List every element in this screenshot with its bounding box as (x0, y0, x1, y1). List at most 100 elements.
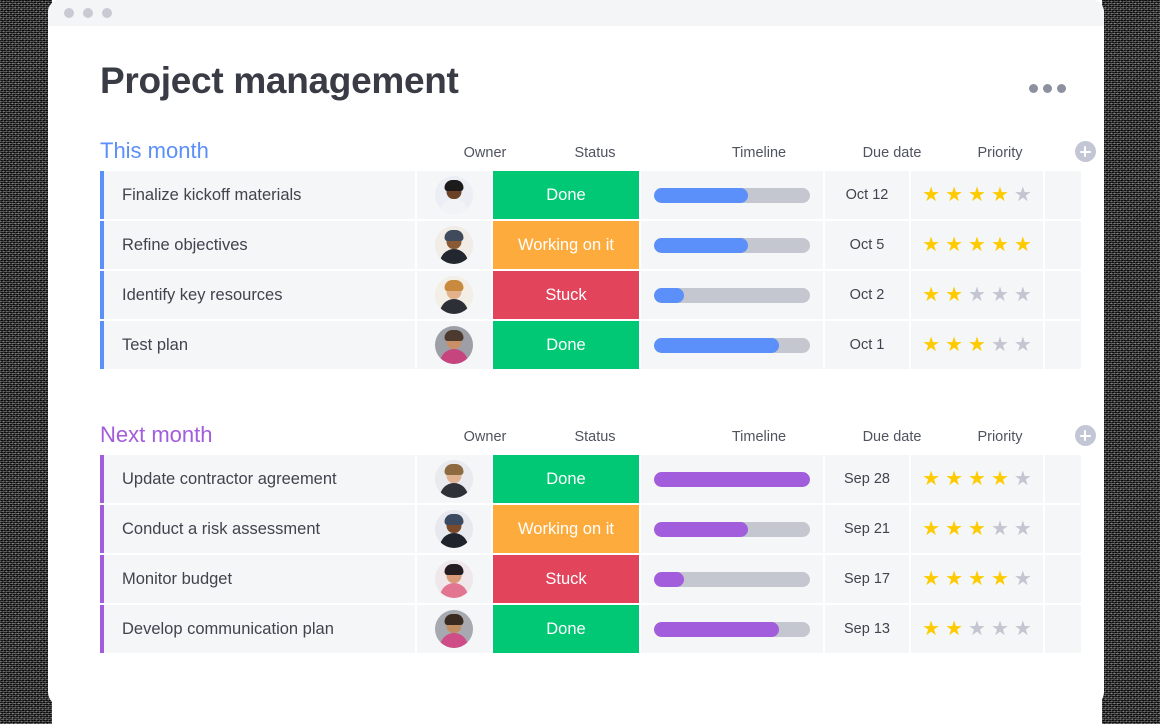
timeline-cell[interactable] (641, 321, 823, 369)
star-filled-icon[interactable]: ★ (968, 569, 986, 589)
timeline-cell[interactable] (641, 505, 823, 553)
star-empty-icon[interactable]: ★ (991, 519, 1009, 539)
priority-cell[interactable]: ★★★★★ (911, 221, 1043, 269)
owner-cell[interactable] (417, 455, 491, 503)
timeline-cell[interactable] (641, 221, 823, 269)
column-header-due_date[interactable]: Due date (850, 429, 934, 447)
star-filled-icon[interactable]: ★ (922, 519, 940, 539)
star-filled-icon[interactable]: ★ (991, 469, 1009, 489)
table-row[interactable]: Conduct a risk assessment Working on it Se… (100, 505, 1104, 553)
timeline-cell[interactable] (641, 271, 823, 319)
owner-cell[interactable] (417, 555, 491, 603)
column-header-owner[interactable]: Owner (448, 145, 522, 163)
table-row[interactable]: Identify key resources Stuck Oct 2★★★★★ (100, 271, 1104, 319)
star-filled-icon[interactable]: ★ (945, 469, 963, 489)
column-header-due_date[interactable]: Due date (850, 145, 934, 163)
group-title-this-month[interactable]: This month (100, 140, 209, 163)
task-name-cell[interactable]: Finalize kickoff materials (104, 171, 415, 219)
priority-cell[interactable]: ★★★★★ (911, 171, 1043, 219)
due-date-cell[interactable]: Sep 28 (825, 455, 909, 503)
table-row[interactable]: Develop communication planDoneSep 13★★★★… (100, 605, 1104, 653)
star-empty-icon[interactable]: ★ (968, 619, 986, 639)
star-filled-icon[interactable]: ★ (968, 185, 986, 205)
timeline-cell[interactable] (641, 171, 823, 219)
owner-cell[interactable] (417, 505, 491, 553)
column-header-status[interactable]: Status (522, 429, 668, 447)
task-name-cell[interactable]: Develop communication plan (104, 605, 415, 653)
priority-cell[interactable]: ★★★★★ (911, 605, 1043, 653)
owner-cell[interactable] (417, 271, 491, 319)
priority-cell[interactable]: ★★★★★ (911, 555, 1043, 603)
due-date-cell[interactable]: Oct 1 (825, 321, 909, 369)
star-filled-icon[interactable]: ★ (945, 335, 963, 355)
table-row[interactable]: Test planDoneOct 1★★★★★ (100, 321, 1104, 369)
star-filled-icon[interactable]: ★ (968, 519, 986, 539)
star-filled-icon[interactable]: ★ (968, 335, 986, 355)
star-filled-icon[interactable]: ★ (991, 235, 1009, 255)
column-header-status[interactable]: Status (522, 145, 668, 163)
status-cell-done[interactable]: Done (493, 455, 639, 503)
owner-cell[interactable] (417, 605, 491, 653)
due-date-cell[interactable]: Oct 2 (825, 271, 909, 319)
status-cell-working[interactable]: Working on it (493, 505, 639, 553)
status-cell-done[interactable]: Done (493, 321, 639, 369)
star-empty-icon[interactable]: ★ (968, 285, 986, 305)
star-empty-icon[interactable]: ★ (1014, 619, 1032, 639)
star-filled-icon[interactable]: ★ (945, 235, 963, 255)
task-name-cell[interactable]: Conduct a risk assessment (104, 505, 415, 553)
priority-cell[interactable]: ★★★★★ (911, 321, 1043, 369)
star-empty-icon[interactable]: ★ (1014, 469, 1032, 489)
priority-cell[interactable]: ★★★★★ (911, 505, 1043, 553)
column-header-timeline[interactable]: Timeline (668, 145, 850, 163)
task-name-cell[interactable]: Identify key resources (104, 271, 415, 319)
due-date-cell[interactable]: Sep 17 (825, 555, 909, 603)
column-header-priority[interactable]: Priority (934, 145, 1066, 163)
add-column-icon[interactable] (1075, 425, 1096, 446)
status-cell-done[interactable]: Done (493, 605, 639, 653)
status-cell-working[interactable]: Working on it (493, 221, 639, 269)
table-row[interactable]: Monitor budgetStuckSep 17★★★★★ (100, 555, 1104, 603)
star-empty-icon[interactable]: ★ (1014, 519, 1032, 539)
star-filled-icon[interactable]: ★ (922, 335, 940, 355)
timeline-cell[interactable] (641, 605, 823, 653)
due-date-cell[interactable]: Sep 21 (825, 505, 909, 553)
owner-cell[interactable] (417, 221, 491, 269)
priority-cell[interactable]: ★★★★★ (911, 455, 1043, 503)
task-name-cell[interactable]: Monitor budget (104, 555, 415, 603)
group-title-next-month[interactable]: Next month (100, 424, 213, 447)
owner-cell[interactable] (417, 171, 491, 219)
star-empty-icon[interactable]: ★ (1014, 285, 1032, 305)
task-name-cell[interactable]: Test plan (104, 321, 415, 369)
status-cell-stuck[interactable]: Stuck (493, 271, 639, 319)
star-empty-icon[interactable]: ★ (1014, 335, 1032, 355)
table-row[interactable]: Refine objectivesWorking on itOct 5★★★★★ (100, 221, 1104, 269)
timeline-cell[interactable] (641, 555, 823, 603)
star-empty-icon[interactable]: ★ (991, 335, 1009, 355)
table-row[interactable]: Update contractor agreementDoneSep 28★★★… (100, 455, 1104, 503)
star-filled-icon[interactable]: ★ (922, 569, 940, 589)
due-date-cell[interactable]: Oct 12 (825, 171, 909, 219)
priority-cell[interactable]: ★★★★★ (911, 271, 1043, 319)
star-empty-icon[interactable]: ★ (1014, 185, 1032, 205)
star-filled-icon[interactable]: ★ (991, 185, 1009, 205)
status-cell-done[interactable]: Done (493, 171, 639, 219)
column-header-timeline[interactable]: Timeline (668, 429, 850, 447)
window-maximize-dot[interactable] (102, 8, 112, 18)
star-filled-icon[interactable]: ★ (922, 285, 940, 305)
star-filled-icon[interactable]: ★ (945, 619, 963, 639)
star-filled-icon[interactable]: ★ (922, 185, 940, 205)
star-filled-icon[interactable]: ★ (922, 235, 940, 255)
star-empty-icon[interactable]: ★ (1014, 569, 1032, 589)
window-minimize-dot[interactable] (83, 8, 93, 18)
star-filled-icon[interactable]: ★ (945, 285, 963, 305)
task-name-cell[interactable]: Update contractor agreement (104, 455, 415, 503)
star-filled-icon[interactable]: ★ (945, 519, 963, 539)
column-header-owner[interactable]: Owner (448, 429, 522, 447)
due-date-cell[interactable]: Sep 13 (825, 605, 909, 653)
more-options-icon[interactable] (1029, 84, 1066, 93)
star-filled-icon[interactable]: ★ (945, 185, 963, 205)
star-filled-icon[interactable]: ★ (991, 569, 1009, 589)
due-date-cell[interactable]: Oct 5 (825, 221, 909, 269)
star-filled-icon[interactable]: ★ (1014, 235, 1032, 255)
timeline-cell[interactable] (641, 455, 823, 503)
